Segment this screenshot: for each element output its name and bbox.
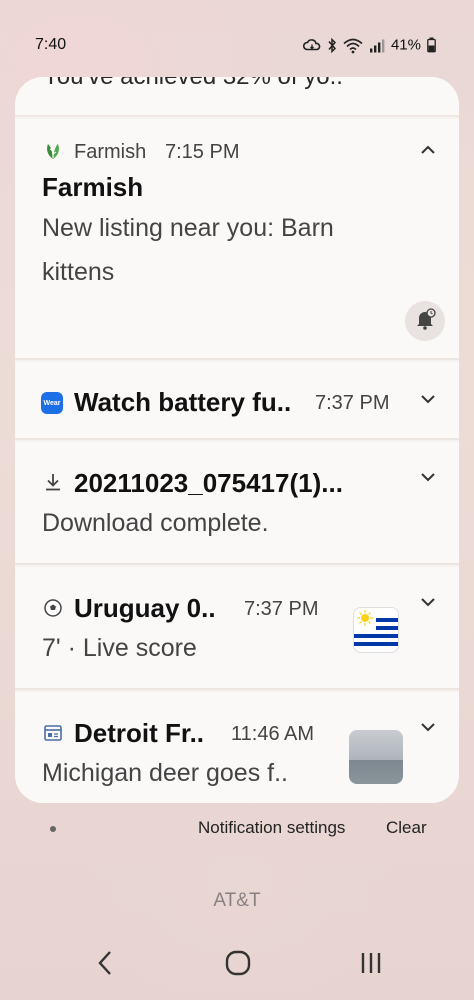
chevron-down-icon[interactable]: [417, 591, 439, 613]
uruguay-flag-thumbnail: [353, 607, 399, 653]
notification-panel: You've achieved 32% of yo.. Farmish 7:15…: [15, 77, 459, 803]
notification-previous[interactable]: You've achieved 32% of yo..: [15, 77, 459, 117]
uruguay-body: 7' · Live score: [42, 634, 197, 662]
farmish-leaf-icon: [43, 141, 63, 161]
chevron-down-icon[interactable]: [417, 716, 439, 738]
detroit-title: Detroit Fr..: [74, 718, 205, 748]
wear-icon: Wear: [41, 392, 63, 414]
uruguay-title: Uruguay 0..: [74, 593, 216, 623]
farmish-title: Farmish: [42, 172, 144, 202]
notification-uruguay[interactable]: Uruguay 0.. 7:37 PM 7' · Live score: [15, 567, 459, 690]
status-icons: 41%: [302, 36, 436, 54]
uruguay-time: 7:37 PM: [244, 598, 319, 620]
notification-previous-body: You've achieved 32% of yo..: [43, 77, 343, 91]
news-icon: [43, 723, 63, 743]
bell-snooze-icon: [414, 307, 436, 335]
recent-apps-button[interactable]: [351, 950, 391, 980]
recent-apps-icon: [359, 951, 383, 980]
bluetooth-icon: [327, 37, 337, 53]
bell-snooze-button[interactable]: [405, 301, 445, 341]
page-indicator-dot: [50, 826, 56, 832]
home-icon: [225, 950, 251, 981]
farmish-time: 7:15 PM: [165, 141, 240, 163]
watch-time: 7:37 PM: [315, 392, 390, 414]
notification-watch[interactable]: Wear Watch battery fu.. 7:37 PM: [15, 362, 459, 440]
watch-title: Watch battery fu..: [74, 387, 292, 417]
battery-icon: [427, 37, 436, 53]
download-body: Download complete.: [42, 509, 269, 537]
detroit-time: 11:46 AM: [231, 723, 315, 745]
clear-button[interactable]: Clear: [386, 818, 427, 838]
carrier-label: AT&T: [213, 890, 261, 911]
signal-icon: [369, 37, 385, 53]
farmish-app-name: Farmish: [74, 141, 147, 163]
notification-settings-button[interactable]: Notification settings: [198, 818, 345, 838]
home-button[interactable]: [218, 950, 258, 980]
status-bar: 7:40 41%: [0, 0, 474, 54]
notification-detroit[interactable]: Detroit Fr.. 11:46 AM Michigan deer goes…: [15, 692, 459, 803]
soccer-ball-icon: [43, 598, 63, 618]
download-title: 20211023_075417(1)...: [74, 468, 343, 498]
chevron-up-icon[interactable]: [417, 139, 439, 161]
farmish-body: New listing near you: Barn kittens: [42, 214, 334, 286]
notification-download[interactable]: 20211023_075417(1)... Download complete.: [15, 442, 459, 565]
chevron-down-icon[interactable]: [417, 388, 439, 410]
status-time: 7:40: [35, 36, 67, 53]
detroit-body: Michigan deer goes f..: [42, 759, 288, 787]
back-icon: [97, 950, 113, 981]
wifi-icon: [343, 37, 363, 53]
chevron-down-icon[interactable]: [417, 466, 439, 488]
notification-farmish[interactable]: Farmish 7:15 PM Farmish New listing near…: [15, 119, 459, 360]
back-button[interactable]: [85, 950, 125, 980]
download-icon: [43, 472, 63, 492]
battery-percent: 41%: [390, 36, 421, 54]
detroit-photo-thumbnail: [349, 730, 403, 784]
cloud-sync-icon: [302, 37, 321, 53]
